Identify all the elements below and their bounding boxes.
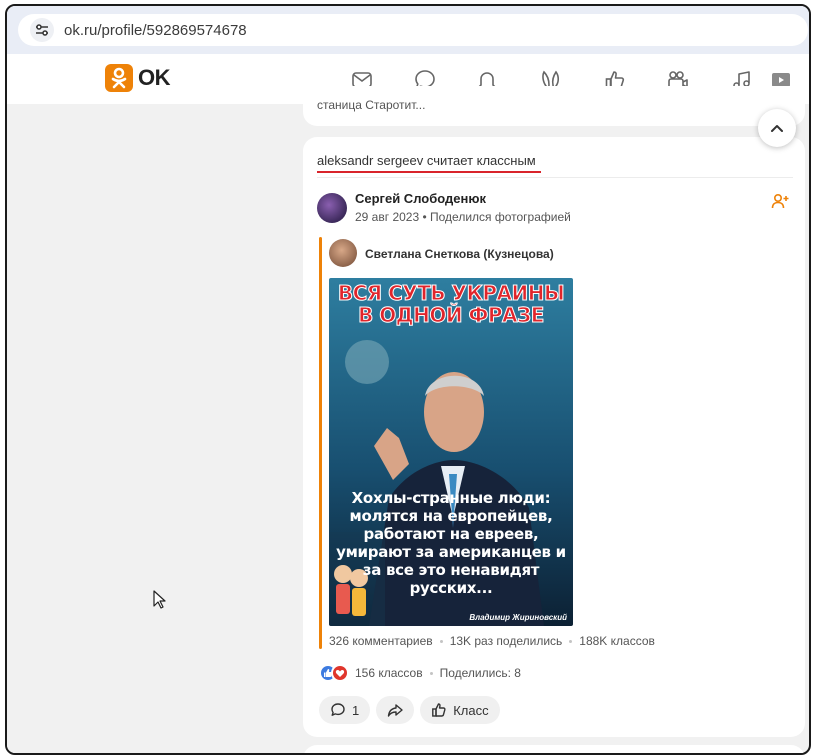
logo-text: OK [138, 65, 171, 90]
post-photo[interactable]: ВСЯ СУТЬ УКРАИНЫ В ОДНОЙ ФРАЗЕ Хохлы-стр… [329, 278, 573, 626]
likes-count[interactable]: 188K классов [579, 634, 655, 648]
separator-dot [439, 639, 443, 643]
original-author-name[interactable]: Светлана Снеткова (Кузнецова) [365, 247, 554, 261]
comments-count[interactable]: 326 комментариев [329, 634, 433, 648]
repost-indicator [319, 237, 322, 649]
like-button[interactable]: Класс [420, 696, 500, 724]
comment-icon [331, 703, 345, 716]
separator-dot [569, 639, 573, 643]
post-actions: 1 Класс [319, 696, 500, 724]
share-button[interactable] [376, 696, 415, 724]
comment-button[interactable]: 1 [319, 696, 371, 724]
previous-post-card: станица Старотит... [303, 86, 805, 126]
chevron-up-icon [771, 125, 783, 132]
heart-reaction-icon [331, 664, 349, 682]
scroll-to-top-button[interactable] [758, 109, 796, 147]
address-bar: ok.ru/profile/592869574678 [7, 6, 809, 54]
like-label: Класс [453, 702, 489, 718]
reason-underline [317, 171, 541, 173]
ok-logo-icon [105, 64, 133, 92]
post-meta: 29 авг 2023 • Поделился фотографией [355, 210, 571, 224]
avatar[interactable] [317, 193, 347, 223]
url-field[interactable]: ok.ru/profile/592869574678 [18, 14, 808, 46]
photo-caption-top: ВСЯ СУТЬ УКРАИНЫ В ОДНОЙ ФРАЗЕ [337, 281, 565, 327]
author-name[interactable]: Сергей Слободенюк [355, 191, 486, 206]
share-icon [388, 704, 403, 717]
feed-post-card: aleksandr sergeev считает классным Серге… [303, 137, 805, 737]
comment-count: 1 [352, 702, 360, 718]
browser-window: ok.ru/profile/592869574678 OK станица Ст… [5, 4, 811, 755]
url-text: ok.ru/profile/592869574678 [64, 21, 247, 39]
reaction-shared-count[interactable]: Поделились: 8 [440, 666, 521, 680]
add-friend-icon[interactable] [771, 193, 789, 214]
reaction-likes-count[interactable]: 156 классов [355, 666, 423, 680]
photo-signature: Владимир Жириновский [469, 613, 567, 622]
original-author-avatar[interactable] [329, 239, 357, 267]
next-post-card [303, 745, 805, 753]
mouse-cursor-icon [153, 590, 166, 609]
separator-dot [429, 671, 433, 675]
site-settings-icon[interactable] [30, 18, 54, 42]
post-stats: 326 комментариев 13K раз поделились 188K… [329, 634, 655, 648]
post-reason[interactable]: aleksandr sergeev считает классным [317, 153, 536, 168]
shares-count[interactable]: 13K раз поделились [450, 634, 563, 648]
card-divider [317, 177, 793, 178]
photo-caption-bottom: Хохлы-странные люди: молятся на европейц… [336, 489, 566, 597]
left-column [7, 104, 297, 753]
reactions-row: 156 классов Поделились: 8 [319, 664, 521, 682]
thumbs-up-icon [432, 703, 446, 717]
ok-logo[interactable]: OK [105, 64, 171, 92]
previous-post-snippet: станица Старотит... [317, 98, 426, 112]
